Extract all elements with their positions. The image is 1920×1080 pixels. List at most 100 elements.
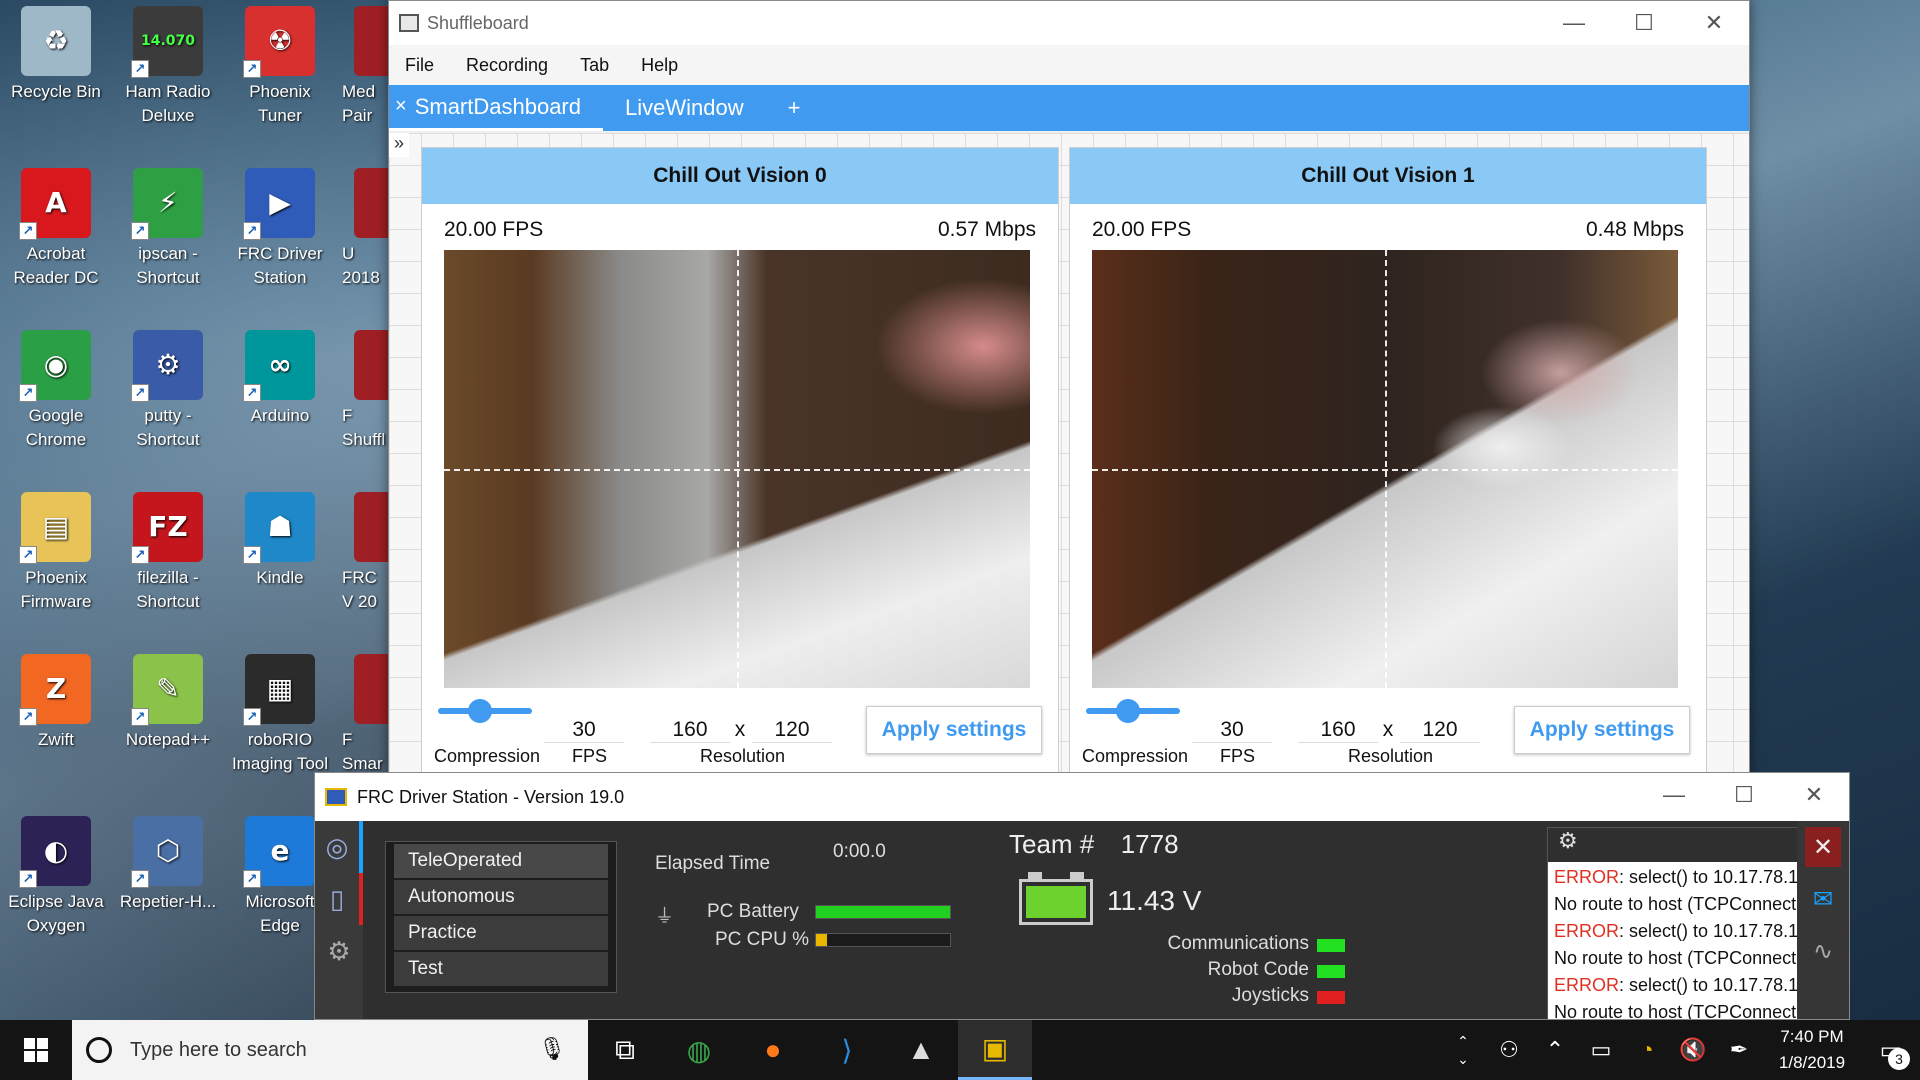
desktop-icon-phoenix-firmware[interactable]: ▤ ↗ Phoenix Firmware	[6, 486, 106, 614]
shuffleboard-app-icon	[399, 14, 419, 32]
shuffleboard-titlebar[interactable]: Shuffleboard — ☐ ✕	[389, 1, 1749, 45]
charts-icon[interactable]: ∿	[1797, 925, 1849, 977]
joysticks-label: Joysticks	[1231, 985, 1309, 1006]
desktop-icon-partial[interactable]: FRC V 20	[342, 486, 388, 614]
minimize-button[interactable]: —	[1639, 773, 1709, 817]
desktop-icon-recycle-bin[interactable]: ♻ Recycle Bin	[6, 0, 106, 104]
vscode-icon[interactable]: ⟩	[810, 1020, 884, 1080]
clear-messages-icon[interactable]: ✕	[1805, 827, 1841, 867]
globe-app-icon[interactable]: ◍	[662, 1020, 736, 1080]
wifi-icon[interactable]: ◔	[1624, 1037, 1670, 1063]
desktop-icon-arduino[interactable]: ∞ ↗ Arduino	[230, 324, 330, 428]
widget-title[interactable]: Chill Out Vision 1	[1070, 148, 1706, 204]
crosshair-horizontal	[444, 469, 1030, 471]
app-icon: ⚡ ↗	[131, 168, 203, 240]
shortcut-arrow-icon: ↗	[243, 60, 261, 78]
mode-autonomous[interactable]: Autonomous	[394, 880, 608, 914]
desktop-icon-ham-radio-deluxe[interactable]: 14.070 ↗ Ham Radio Deluxe	[118, 0, 218, 128]
shortcut-arrow-icon: ↗	[243, 870, 261, 888]
ds-right-toolbar: ✕ ✉ ∿	[1797, 821, 1849, 1019]
apply-settings-button[interactable]: Apply settings	[866, 706, 1042, 754]
robot-code-indicator	[1317, 965, 1345, 978]
fps-input[interactable]: 30	[544, 718, 624, 743]
menu-help[interactable]: Help	[625, 55, 694, 76]
width-input[interactable]: 160	[1298, 718, 1378, 743]
driver-station-titlebar[interactable]: FRC Driver Station - Version 19.0 — ☐ ✕	[315, 773, 1849, 821]
tray-scroll-icon[interactable]: ⌃ ⌄	[1440, 1032, 1486, 1068]
desktop-icon-partial[interactable]: F Shuffl	[342, 324, 388, 452]
minimize-button[interactable]: —	[1539, 1, 1609, 45]
app-icon: ▶ ↗	[243, 168, 315, 240]
messages-icon[interactable]: ✉	[1797, 873, 1849, 925]
tab-livewindow[interactable]: LiveWindow	[603, 85, 766, 131]
mode-practice[interactable]: Practice	[394, 916, 608, 950]
taskbar: Type here to search 🎙 ⧉ ◍ ● ⟩ ▲ ▣ ⌃ ⌄ ⚇ ⌃…	[0, 1020, 1920, 1080]
close-tab-icon[interactable]: ×	[395, 95, 407, 118]
people-icon[interactable]: ⚇	[1486, 1037, 1532, 1063]
pen-icon[interactable]: ✒	[1716, 1037, 1762, 1063]
desktop-icon-filezilla-shortcut[interactable]: FZ ↗ filezilla - Shortcut	[118, 486, 218, 614]
desktop-icon-label: F Shuffl	[342, 406, 386, 449]
log-error-prefix: ERROR	[1554, 921, 1620, 941]
apply-settings-button[interactable]: Apply settings	[1514, 706, 1690, 754]
desktop-icon-notepad[interactable]: ✎ ↗ Notepad++	[118, 648, 218, 752]
app-icon-symbol: Z	[45, 672, 67, 705]
compression-slider-thumb[interactable]	[1116, 699, 1141, 723]
compression-slider[interactable]	[1086, 699, 1180, 723]
usb-devices-icon[interactable]: ▯	[315, 873, 363, 925]
taskbar-search[interactable]: Type here to search 🎙	[72, 1020, 588, 1080]
fps-input[interactable]: 30	[1192, 718, 1272, 743]
desktop-icon-kindle[interactable]: ☗ ↗ Kindle	[230, 486, 330, 590]
widget-title[interactable]: Chill Out Vision 0	[422, 148, 1058, 204]
desktop-icon-repetier-h[interactable]: ⬡ ↗ Repetier-H...	[118, 810, 218, 914]
driver-station-body: ◎ ▯ ⚙ TeleOperated Autonomous Practice T…	[315, 821, 1849, 1019]
action-center-icon[interactable]: ▭3	[1862, 1020, 1920, 1080]
battery-icon[interactable]: ▭	[1578, 1037, 1624, 1063]
mode-test[interactable]: Test	[394, 952, 608, 986]
desktop-icon-partial[interactable]: Med Pair	[342, 0, 388, 128]
task-view-icon[interactable]: ⧉	[588, 1020, 662, 1080]
gear-icon[interactable]: ⚙	[315, 925, 363, 977]
menu-file[interactable]: File	[389, 55, 450, 76]
menu-tab[interactable]: Tab	[564, 55, 625, 76]
height-input[interactable]: 120	[1400, 718, 1480, 743]
firefox-icon[interactable]: ●	[736, 1020, 810, 1080]
app-icon-symbol: ◐	[43, 834, 69, 867]
desktop-icon-eclipse-java-oxygen[interactable]: ◐ ↗ Eclipse Java Oxygen	[6, 810, 106, 938]
add-tab-button[interactable]: +	[766, 85, 823, 131]
desktop-icon-frc-driver-station[interactable]: ▶ ↗ FRC Driver Station	[230, 162, 330, 290]
compression-slider-thumb[interactable]	[468, 699, 493, 723]
microphone-icon[interactable]: 🎙	[538, 1036, 566, 1062]
height-input[interactable]: 120	[752, 718, 832, 743]
desktop-icon-roborio-imaging-tool[interactable]: ▦ ↗ roboRIO Imaging Tool	[230, 648, 330, 776]
driver-station-task-icon[interactable]: ▣	[958, 1020, 1032, 1080]
desktop-icon-partial[interactable]: F Smar	[342, 648, 388, 776]
desktop-icon-phoenix-tuner[interactable]: ☢ ↗ Phoenix Tuner	[230, 0, 330, 128]
desktop-icon-label: Ham Radio Deluxe	[125, 82, 211, 125]
close-button[interactable]: ✕	[1779, 773, 1849, 817]
collapse-chevron-icon[interactable]: »	[389, 133, 409, 157]
close-button[interactable]: ✕	[1679, 1, 1749, 45]
desktop-icon-partial[interactable]: U 2018	[342, 162, 388, 290]
desktop-icon-ipscan-shortcut[interactable]: ⚡ ↗ ipscan - Shortcut	[118, 162, 218, 290]
volume-muted-icon[interactable]: 🔇	[1670, 1037, 1716, 1063]
desktop-icon-zwift[interactable]: Z ↗ Zwift	[6, 648, 106, 752]
desktop-icon-putty-shortcut[interactable]: ⚙ ↗ putty - Shortcut	[118, 324, 218, 452]
width-input[interactable]: 160	[650, 718, 730, 743]
show-hidden-icons-icon[interactable]: ⌃	[1532, 1037, 1578, 1063]
shortcut-arrow-icon: ↗	[19, 384, 37, 402]
desktop-icon-acrobat-reader-dc[interactable]: A ↗ Acrobat Reader DC	[6, 162, 106, 290]
start-button[interactable]	[0, 1020, 72, 1080]
maximize-button[interactable]: ☐	[1709, 773, 1779, 817]
mode-teleoperated[interactable]: TeleOperated	[394, 844, 608, 878]
clock[interactable]: 7:40 PM 1/8/2019	[1762, 1024, 1862, 1076]
tab-smartdashboard[interactable]: × SmartDashboard	[389, 85, 603, 131]
crosshair-horizontal	[1092, 469, 1678, 471]
steering-wheel-icon[interactable]: ◎	[315, 821, 363, 873]
maximize-button[interactable]: ☐	[1609, 1, 1679, 45]
tab-label: LiveWindow	[625, 95, 744, 120]
desktop-icon-google-chrome[interactable]: ◉ ↗ Google Chrome	[6, 324, 106, 452]
menu-recording[interactable]: Recording	[450, 55, 564, 76]
compression-slider[interactable]	[438, 699, 532, 723]
paint-app-icon[interactable]: ▲	[884, 1020, 958, 1080]
